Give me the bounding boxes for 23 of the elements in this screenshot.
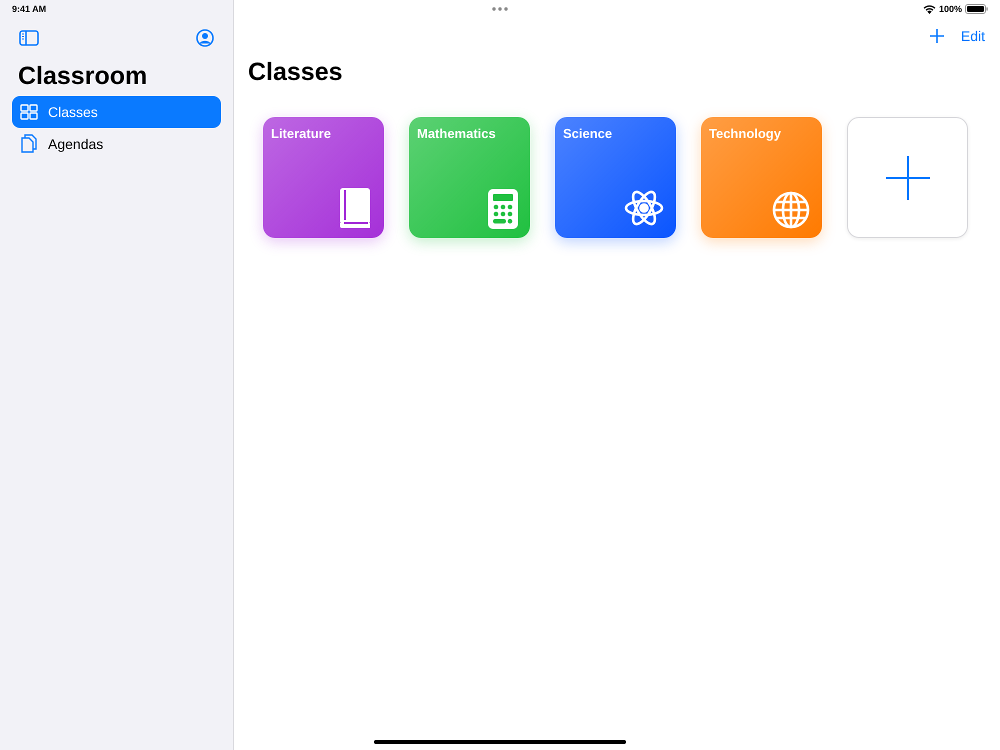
battery-percent: 100%	[938, 4, 962, 14]
calculator-icon	[488, 189, 518, 229]
globe-icon	[772, 191, 810, 229]
class-card[interactable]: Mathematics	[409, 117, 530, 238]
documents-icon	[20, 134, 38, 154]
sidebar-toggle-icon[interactable]	[19, 30, 39, 46]
battery-icon	[965, 4, 988, 14]
status-time: 9:41 AM	[12, 4, 46, 14]
edit-button[interactable]: Edit	[960, 28, 985, 44]
wifi-icon	[922, 4, 936, 14]
sidebar-item[interactable]: Classes	[12, 96, 221, 128]
sidebar-title: Classroom	[18, 62, 148, 91]
sidebar-item[interactable]: Agendas	[12, 128, 221, 160]
class-card[interactable]: Technology	[701, 117, 822, 238]
grid-icon	[20, 104, 38, 120]
class-card[interactable]: Literature	[263, 117, 384, 238]
more-icon[interactable]	[492, 7, 508, 11]
class-card[interactable]: Science	[555, 117, 676, 238]
add-icon[interactable]	[928, 28, 945, 44]
book-icon	[338, 187, 372, 229]
page-title: Classes	[248, 58, 344, 87]
add-icon	[884, 154, 930, 200]
account-icon[interactable]	[196, 29, 214, 47]
